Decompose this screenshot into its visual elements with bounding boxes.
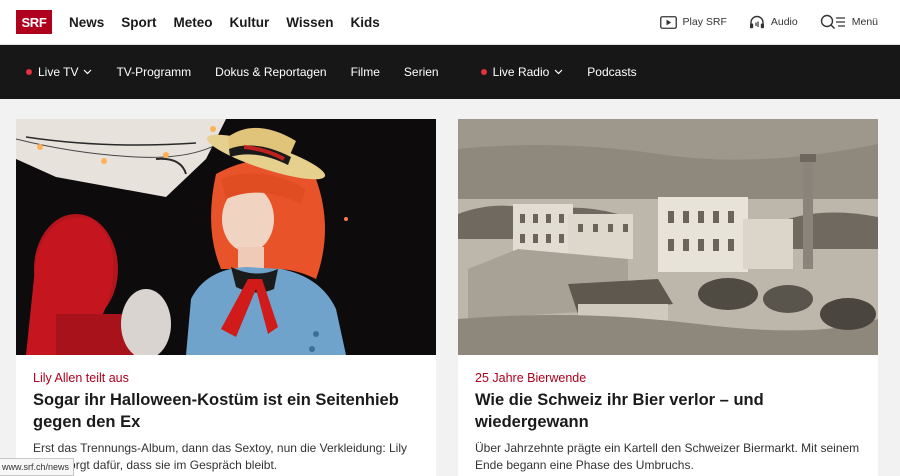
chevron-down-icon [84,69,92,75]
serien-link[interactable]: Serien [404,65,439,79]
live-radio-label: Live Radio [492,65,550,79]
dokus-reportagen-link[interactable]: Dokus & Reportagen [215,65,326,79]
teaser-card[interactable]: Lily Allen teilt aus Sogar ihr Halloween… [16,119,436,476]
nav-item-sport[interactable]: Sport [121,15,156,30]
menu-button[interactable]: Menü [820,14,878,30]
play-srf-label: Play SRF [682,16,727,28]
filme-link[interactable]: Filme [351,65,380,79]
live-tv-label: Live TV [38,65,79,79]
teaser-lead: Über Jahrzehnte prägte ein Kartell den S… [475,441,860,472]
tv-programm-link[interactable]: TV-Programm [116,65,191,79]
teaser-kicker: Lily Allen teilt aus [33,371,129,385]
nav-item-news[interactable]: News [69,15,104,30]
utility-nav: Play SRF Audio Menü [659,14,878,30]
play-icon [659,15,677,29]
top-header: SRF News Sport Meteo Kultur Wissen Kids … [0,0,900,45]
teaser-text: Lily Allen teilt aus Sogar ihr Halloween… [33,371,422,474]
live-radio-dropdown[interactable]: Live Radio [480,65,564,79]
teaser-card[interactable]: 25 Jahre Bierwende Wie die Schweiz ihr B… [458,119,878,476]
menu-label: Menü [851,16,878,28]
nav-item-kids[interactable]: Kids [350,15,379,30]
nav-item-meteo[interactable]: Meteo [174,15,213,30]
teaser-headline[interactable]: Wie die Schweiz ihr Bier verlor – und wi… [475,389,864,433]
live-indicator-icon [480,69,487,75]
teaser-kicker: 25 Jahre Bierwende [475,371,587,385]
live-tv-dropdown[interactable]: Live TV [26,65,92,79]
audio-link[interactable]: Audio [749,15,798,29]
historic-brewery-illustration[interactable] [458,119,878,355]
halloween-costume-photo[interactable] [16,119,436,355]
teaser-lead: Erst das Trennungs-Album, dann das Sexto… [33,441,407,472]
teaser-grid: Lily Allen teilt aus Sogar ihr Halloween… [16,119,878,476]
nav-item-kultur[interactable]: Kultur [230,15,270,30]
podcasts-link[interactable]: Podcasts [587,65,636,79]
audio-label: Audio [770,16,798,28]
teaser-headline[interactable]: Sogar ihr Halloween-Kostüm ist ein Seite… [33,389,422,433]
srf-logo[interactable]: SRF [16,10,52,34]
main-nav: News Sport Meteo Kultur Wissen Kids [69,15,380,30]
browser-status-url: www.srf.ch/news [0,458,75,476]
play-srf-link[interactable]: Play SRF [659,15,727,29]
secondary-nav: Live TV TV-Programm Dokus & Reportagen F… [0,45,900,99]
teaser-text: 25 Jahre Bierwende Wie die Schweiz ihr B… [475,371,864,474]
search-menu-icon [820,14,846,30]
nav-item-wissen[interactable]: Wissen [286,15,333,30]
chevron-down-icon [554,69,563,75]
live-indicator-icon [26,69,32,75]
headphones-icon [749,15,765,29]
